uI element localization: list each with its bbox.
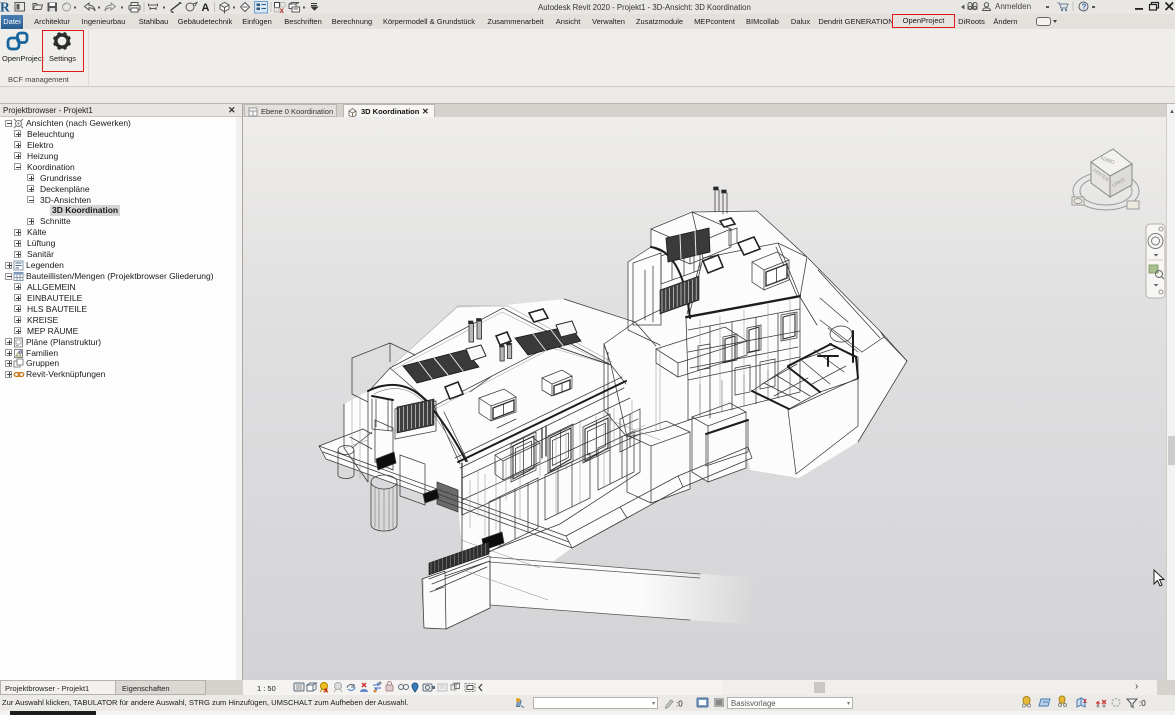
svg-text:x: x (1083, 698, 1087, 705)
svg-text::0: :0 (676, 700, 683, 709)
svg-text:?: ? (1082, 3, 1087, 12)
svg-text:x: x (324, 688, 328, 695)
svg-text:Anmelden: Anmelden (995, 2, 1031, 11)
svg-text::0: :0 (1139, 699, 1146, 708)
